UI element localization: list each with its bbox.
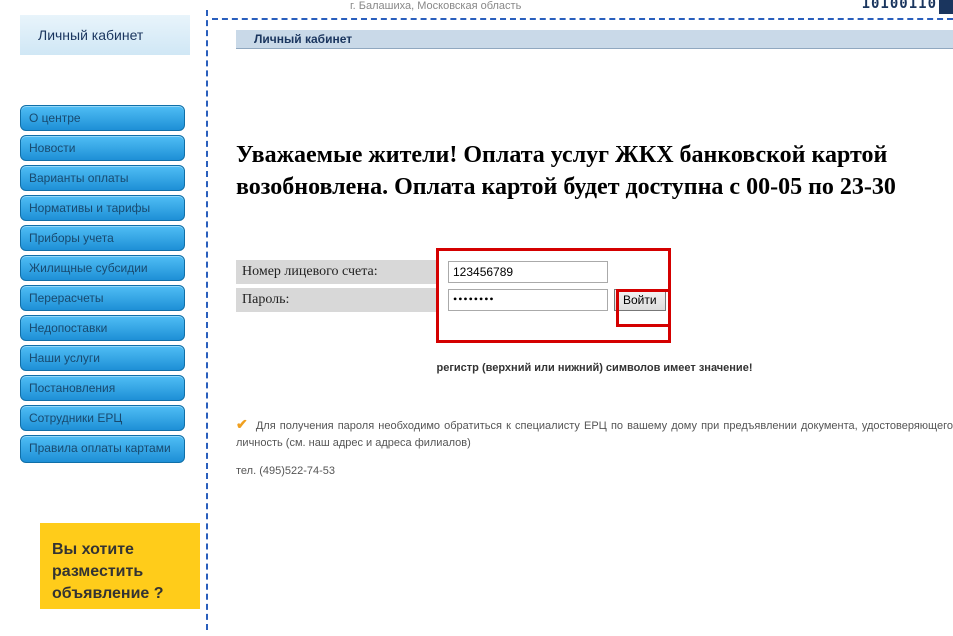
account-label: Номер лицевого счета: <box>236 260 436 284</box>
ad-banner[interactable]: Вы хотите разместить объявление ? <box>40 523 200 609</box>
nav-tariffs[interactable]: Нормативы и тарифы <box>20 195 185 221</box>
nav-recalc[interactable]: Перерасчеты <box>20 285 185 311</box>
nav-services[interactable]: Наши услуги <box>20 345 185 371</box>
nav-payment-options[interactable]: Варианты оплаты <box>20 165 185 191</box>
nav-about[interactable]: О центре <box>20 105 185 131</box>
section-title: Личный кабинет <box>236 30 953 49</box>
nav-list: О центре Новости Варианты оплаты Нормати… <box>20 105 190 463</box>
phone-text: тел. (495)522-74-53 <box>236 465 953 477</box>
nav-card-rules[interactable]: Правила оплаты картами <box>20 435 185 463</box>
nav-news[interactable]: Новости <box>20 135 185 161</box>
nav-decrees[interactable]: Постановления <box>20 375 185 401</box>
announcement-text: Уважаемые жители! Оплата услуг ЖКХ банко… <box>236 139 953 204</box>
info-text: Для получения пароля необходимо обратить… <box>236 420 953 449</box>
password-label: Пароль: <box>236 288 436 312</box>
highlight-box-2 <box>616 289 671 327</box>
check-icon: ✔ <box>236 414 248 435</box>
sidebar: Личный кабинет О центре Новости Варианты… <box>0 0 200 630</box>
info-paragraph: ✔ Для получения пароля необходимо обрати… <box>236 414 953 452</box>
dashed-separator-left <box>200 0 216 630</box>
case-hint: регистр (верхний или нижний) символов им… <box>236 362 953 374</box>
nav-shortdelivery[interactable]: Недопоставки <box>20 315 185 341</box>
ad-line2: разместить <box>52 563 188 581</box>
nav-subsidies[interactable]: Жилищные субсидии <box>20 255 185 281</box>
main-content: Личный кабинет Уважаемые жители! Оплата … <box>216 0 953 630</box>
nav-staff[interactable]: Сотрудники ЕРЦ <box>20 405 185 431</box>
ad-line1: Вы хотите <box>52 541 188 559</box>
ad-line3: объявление ? <box>52 585 188 603</box>
login-form: Номер лицевого счета: Пароль: Войти <box>236 254 953 322</box>
personal-cabinet-tab[interactable]: Личный кабинет <box>20 15 190 55</box>
nav-meters[interactable]: Приборы учета <box>20 225 185 251</box>
